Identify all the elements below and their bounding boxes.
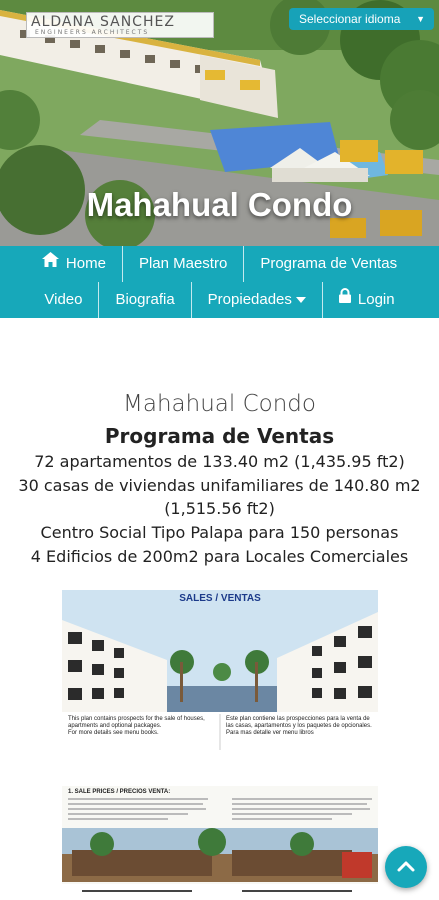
nav-item-home-label: Home	[65, 255, 106, 272]
caret-down-icon	[295, 297, 306, 304]
nav-item-biografia[interactable]: Biografia	[98, 282, 190, 318]
nav-item-programa-de-ventas[interactable]: Programa de Ventas	[243, 246, 413, 282]
nav-item-home[interactable]: Home	[26, 246, 122, 282]
scroll-to-top-button[interactable]	[385, 846, 427, 888]
nav-item-biografia-label: Biografia	[115, 291, 175, 308]
nav-item-programa-label: Programa de Ventas	[260, 255, 398, 272]
info-line-apartments: 72 apartamentos de 133.40 m2 (1,435.95 f…	[34, 452, 405, 471]
nav-row-2: Video Biografia Propiedades Login	[0, 282, 439, 318]
nav-item-login[interactable]: Login	[321, 281, 411, 318]
language-select-button[interactable]: Seleccionar idioma ▼	[289, 8, 434, 30]
info-line-social-center: Centro Social Tipo Palapa para 150 perso…	[40, 523, 399, 542]
nav-item-video[interactable]: Video	[28, 282, 98, 318]
brochure-note-left-2: For more details see menu books.	[68, 730, 159, 736]
company-logo[interactable]: ALDANA SANCHEZ ENGINEERS ARCHITECTS	[26, 12, 214, 38]
logo-tagline: ENGINEERS ARCHITECTS	[35, 29, 150, 36]
hero-title: Mahahual Condo	[86, 186, 353, 223]
language-select-label: Seleccionar idioma	[299, 12, 401, 26]
lock-icon	[338, 281, 351, 317]
page-title: Mahahual Condo	[123, 391, 316, 417]
info-line-commercial: 4 Edificios de 200m2 para Locales Comerc…	[30, 547, 409, 566]
sale-prices-brochure-image[interactable]: 1. SALE PRICES / PRECIOS VENTA:	[62, 786, 378, 900]
brochure-note-left: This plan contains prospects for the sal…	[68, 716, 214, 737]
hero-banner: ALDANA SANCHEZ ENGINEERS ARCHITECTS Sele…	[0, 0, 439, 246]
page-subtitle: Programa de Ventas	[104, 424, 335, 448]
nav-item-video-label: Video	[44, 291, 83, 308]
nav-row-1: Home Plan Maestro Programa de Ventas	[0, 246, 439, 282]
nav-item-login-label: Login	[357, 291, 395, 308]
sales-brochure-image[interactable]: SALES / VENTAS This plan contains prospe…	[62, 590, 378, 752]
logo-brand-name: ALDANA SANCHEZ	[31, 14, 175, 30]
main-navigation: Home Plan Maestro Programa de Ventas Vid…	[0, 246, 439, 318]
nav-item-plan-maestro[interactable]: Plan Maestro	[121, 246, 243, 282]
info-line-houses-ft2: (1,515.56 ft2)	[164, 499, 275, 518]
brochure-note-right-1: Este plan contiene las prospecciones par…	[226, 716, 372, 729]
brochure-note-right: Este plan contiene las prospecciones par…	[226, 716, 372, 737]
nav-item-propiedades-dropdown[interactable]: Propiedades	[190, 282, 322, 318]
nav-item-propiedades-label: Propiedades	[207, 291, 292, 308]
sale-prices-title: 1. SALE PRICES / PRECIOS VENTA:	[68, 789, 171, 795]
brochure-heading: SALES / VENTAS	[179, 593, 261, 604]
brochure-note-right-2: Para mas detalle ver menu libros	[226, 730, 314, 736]
home-icon	[41, 245, 59, 281]
chevron-up-icon	[397, 861, 415, 872]
nav-item-plan-maestro-label: Plan Maestro	[138, 255, 228, 272]
chevron-down-icon: ▼	[416, 14, 425, 24]
info-line-houses: 30 casas de viviendas unifamiliares de 1…	[18, 476, 421, 495]
sale-prices-rendering	[62, 786, 378, 900]
brochure-note-left-1: This plan contains prospects for the sal…	[68, 716, 205, 729]
